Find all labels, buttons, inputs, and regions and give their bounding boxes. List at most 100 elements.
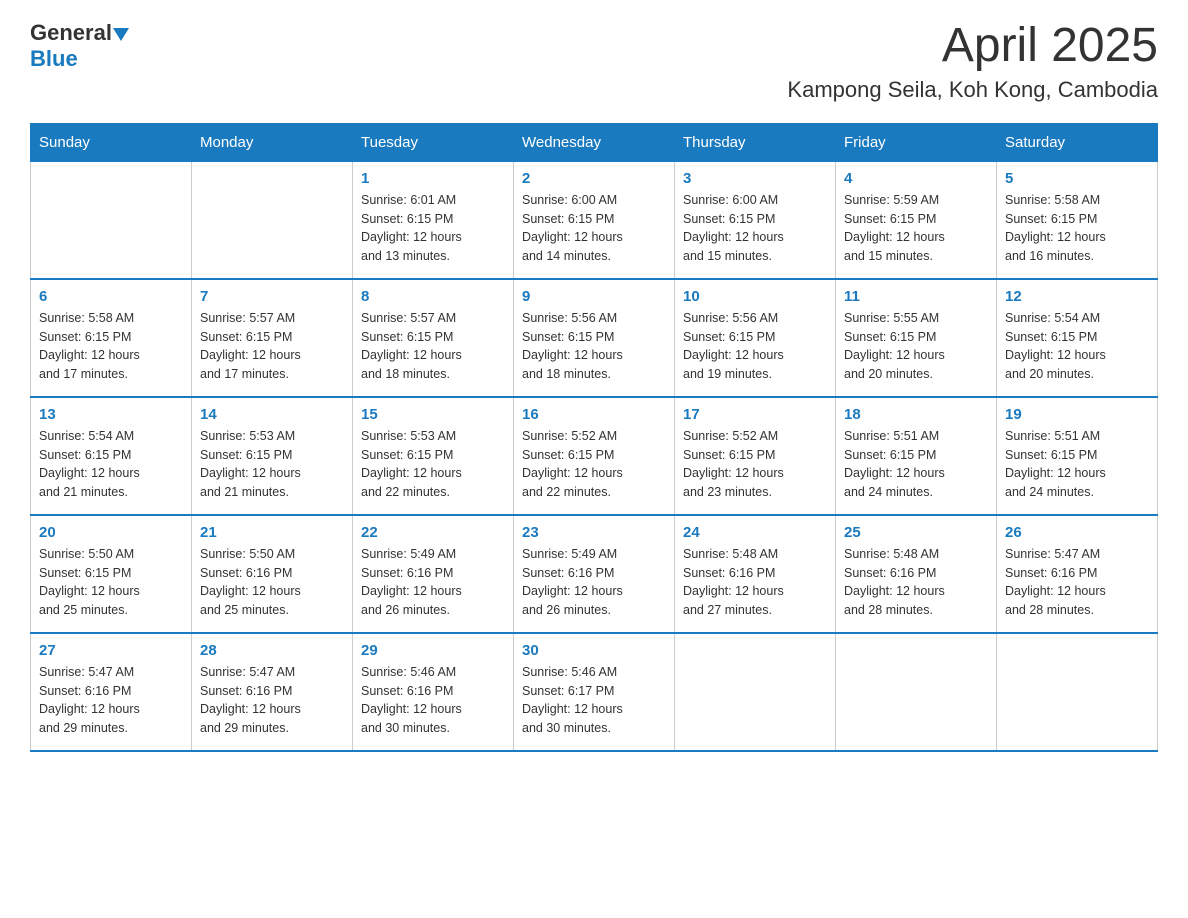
- calendar-cell: 3 Sunrise: 6:00 AM Sunset: 6:15 PM Daylig…: [675, 161, 836, 279]
- calendar-cell: 15Sunrise: 5:53 AM Sunset: 6:15 PM Dayli…: [353, 397, 514, 515]
- day-number: 28: [200, 642, 344, 659]
- day-info: Sunrise: 5:46 AM Sunset: 6:17 PM Dayligh…: [522, 663, 666, 738]
- calendar-cell: 19Sunrise: 5:51 AM Sunset: 6:15 PM Dayli…: [997, 397, 1158, 515]
- calendar-cell: 20 Sunrise: 5:50 AM Sunset: 6:15 PM Dayli…: [31, 515, 192, 633]
- calendar-week-5: 27Sunrise: 5:47 AM Sunset: 6:16 PM Dayli…: [31, 633, 1158, 751]
- day-info: Sunrise: 5:50 AM Sunset: 6:16 PM Dayligh…: [200, 545, 344, 620]
- day-info: Sunrise: 5:51 AM Sunset: 6:15 PM Dayligh…: [844, 427, 988, 502]
- day-number: 15: [361, 406, 505, 423]
- day-number: 2: [522, 170, 666, 187]
- logo: General Blue: [30, 20, 129, 72]
- day-info: Sunrise: 5:54 AM Sunset: 6:15 PM Dayligh…: [39, 427, 183, 502]
- day-info: Sunrise: 5:47 AM Sunset: 6:16 PM Dayligh…: [200, 663, 344, 738]
- weekday-header-friday: Friday: [836, 123, 997, 161]
- calendar-cell: 29 Sunrise: 5:46 AM Sunset: 6:16 PM Dayli…: [353, 633, 514, 751]
- weekday-header-saturday: Saturday: [997, 123, 1158, 161]
- calendar-cell: 27Sunrise: 5:47 AM Sunset: 6:16 PM Dayli…: [31, 633, 192, 751]
- day-info: Sunrise: 6:00 AM Sunset: 6:15 PM Dayligh…: [683, 191, 827, 266]
- calendar-cell: 18 Sunrise: 5:51 AM Sunset: 6:15 PM Dayli…: [836, 397, 997, 515]
- day-number: 20: [39, 524, 183, 541]
- day-number: 30: [522, 642, 666, 659]
- day-info: Sunrise: 5:57 AM Sunset: 6:15 PM Dayligh…: [200, 309, 344, 384]
- calendar-cell: 5Sunrise: 5:58 AM Sunset: 6:15 PM Daylig…: [997, 161, 1158, 279]
- day-info: Sunrise: 5:59 AM Sunset: 6:15 PM Dayligh…: [844, 191, 988, 266]
- calendar-cell: 2 Sunrise: 6:00 AM Sunset: 6:15 PM Daylig…: [514, 161, 675, 279]
- calendar-cell: 23 Sunrise: 5:49 AM Sunset: 6:16 PM Dayli…: [514, 515, 675, 633]
- day-number: 3: [683, 170, 827, 187]
- day-number: 21: [200, 524, 344, 541]
- calendar-cell: 1Sunrise: 6:01 AM Sunset: 6:15 PM Daylig…: [353, 161, 514, 279]
- weekday-header-monday: Monday: [192, 123, 353, 161]
- calendar-cell: 26 Sunrise: 5:47 AM Sunset: 6:16 PM Dayli…: [997, 515, 1158, 633]
- weekday-header-thursday: Thursday: [675, 123, 836, 161]
- day-info: Sunrise: 5:56 AM Sunset: 6:15 PM Dayligh…: [522, 309, 666, 384]
- day-number: 18: [844, 406, 988, 423]
- day-number: 26: [1005, 524, 1149, 541]
- calendar-cell: 21 Sunrise: 5:50 AM Sunset: 6:16 PM Dayli…: [192, 515, 353, 633]
- calendar-cell: 24 Sunrise: 5:48 AM Sunset: 6:16 PM Dayli…: [675, 515, 836, 633]
- calendar-cell: 28 Sunrise: 5:47 AM Sunset: 6:16 PM Dayli…: [192, 633, 353, 751]
- weekday-header-tuesday: Tuesday: [353, 123, 514, 161]
- day-number: 17: [683, 406, 827, 423]
- day-info: Sunrise: 6:00 AM Sunset: 6:15 PM Dayligh…: [522, 191, 666, 266]
- day-info: Sunrise: 6:01 AM Sunset: 6:15 PM Dayligh…: [361, 191, 505, 266]
- day-number: 23: [522, 524, 666, 541]
- calendar-cell: [192, 161, 353, 279]
- calendar-week-4: 20 Sunrise: 5:50 AM Sunset: 6:15 PM Dayli…: [31, 515, 1158, 633]
- day-number: 9: [522, 288, 666, 305]
- day-info: Sunrise: 5:55 AM Sunset: 6:15 PM Dayligh…: [844, 309, 988, 384]
- calendar-cell: 16Sunrise: 5:52 AM Sunset: 6:15 PM Dayli…: [514, 397, 675, 515]
- day-number: 13: [39, 406, 183, 423]
- day-number: 24: [683, 524, 827, 541]
- calendar-cell: 14 Sunrise: 5:53 AM Sunset: 6:15 PM Dayli…: [192, 397, 353, 515]
- day-number: 11: [844, 288, 988, 305]
- title-area: April 2025 Kampong Seila, Koh Kong, Camb…: [787, 20, 1158, 103]
- day-number: 29: [361, 642, 505, 659]
- day-info: Sunrise: 5:48 AM Sunset: 6:16 PM Dayligh…: [683, 545, 827, 620]
- calendar-cell: 8 Sunrise: 5:57 AM Sunset: 6:15 PM Daylig…: [353, 279, 514, 397]
- day-number: 4: [844, 170, 988, 187]
- day-number: 7: [200, 288, 344, 305]
- day-info: Sunrise: 5:57 AM Sunset: 6:15 PM Dayligh…: [361, 309, 505, 384]
- day-info: Sunrise: 5:50 AM Sunset: 6:15 PM Dayligh…: [39, 545, 183, 620]
- day-info: Sunrise: 5:58 AM Sunset: 6:15 PM Dayligh…: [1005, 191, 1149, 266]
- logo-blue: Blue: [30, 46, 129, 72]
- page-header: General Blue April 2025 Kampong Seila, K…: [30, 20, 1158, 103]
- calendar-week-3: 13 Sunrise: 5:54 AM Sunset: 6:15 PM Dayli…: [31, 397, 1158, 515]
- day-number: 12: [1005, 288, 1149, 305]
- weekday-header-wednesday: Wednesday: [514, 123, 675, 161]
- calendar-week-2: 6Sunrise: 5:58 AM Sunset: 6:15 PM Daylig…: [31, 279, 1158, 397]
- day-number: 10: [683, 288, 827, 305]
- day-info: Sunrise: 5:49 AM Sunset: 6:16 PM Dayligh…: [361, 545, 505, 620]
- location-title: Kampong Seila, Koh Kong, Cambodia: [787, 77, 1158, 103]
- day-info: Sunrise: 5:58 AM Sunset: 6:15 PM Dayligh…: [39, 309, 183, 384]
- day-number: 22: [361, 524, 505, 541]
- logo-general: General: [30, 20, 112, 46]
- calendar-cell: [997, 633, 1158, 751]
- day-info: Sunrise: 5:46 AM Sunset: 6:16 PM Dayligh…: [361, 663, 505, 738]
- calendar-cell: 6Sunrise: 5:58 AM Sunset: 6:15 PM Daylig…: [31, 279, 192, 397]
- calendar-cell: 25Sunrise: 5:48 AM Sunset: 6:16 PM Dayli…: [836, 515, 997, 633]
- month-title: April 2025: [787, 20, 1158, 73]
- day-number: 16: [522, 406, 666, 423]
- day-info: Sunrise: 5:49 AM Sunset: 6:16 PM Dayligh…: [522, 545, 666, 620]
- calendar-cell: 17Sunrise: 5:52 AM Sunset: 6:15 PM Dayli…: [675, 397, 836, 515]
- day-info: Sunrise: 5:53 AM Sunset: 6:15 PM Dayligh…: [200, 427, 344, 502]
- calendar-cell: [31, 161, 192, 279]
- calendar-week-1: 1Sunrise: 6:01 AM Sunset: 6:15 PM Daylig…: [31, 161, 1158, 279]
- day-number: 19: [1005, 406, 1149, 423]
- calendar-cell: 11 Sunrise: 5:55 AM Sunset: 6:15 PM Dayli…: [836, 279, 997, 397]
- weekday-header-sunday: Sunday: [31, 123, 192, 161]
- day-info: Sunrise: 5:47 AM Sunset: 6:16 PM Dayligh…: [1005, 545, 1149, 620]
- day-number: 8: [361, 288, 505, 305]
- calendar-header: SundayMondayTuesdayWednesdayThursdayFrid…: [31, 123, 1158, 161]
- day-number: 14: [200, 406, 344, 423]
- calendar-cell: 7 Sunrise: 5:57 AM Sunset: 6:15 PM Daylig…: [192, 279, 353, 397]
- logo-triangle-icon: [113, 28, 129, 41]
- calendar-table: SundayMondayTuesdayWednesdayThursdayFrid…: [30, 123, 1158, 752]
- calendar-cell: 4 Sunrise: 5:59 AM Sunset: 6:15 PM Daylig…: [836, 161, 997, 279]
- day-number: 25: [844, 524, 988, 541]
- calendar-cell: 10Sunrise: 5:56 AM Sunset: 6:15 PM Dayli…: [675, 279, 836, 397]
- calendar-cell: 9 Sunrise: 5:56 AM Sunset: 6:15 PM Daylig…: [514, 279, 675, 397]
- calendar-cell: 22 Sunrise: 5:49 AM Sunset: 6:16 PM Dayli…: [353, 515, 514, 633]
